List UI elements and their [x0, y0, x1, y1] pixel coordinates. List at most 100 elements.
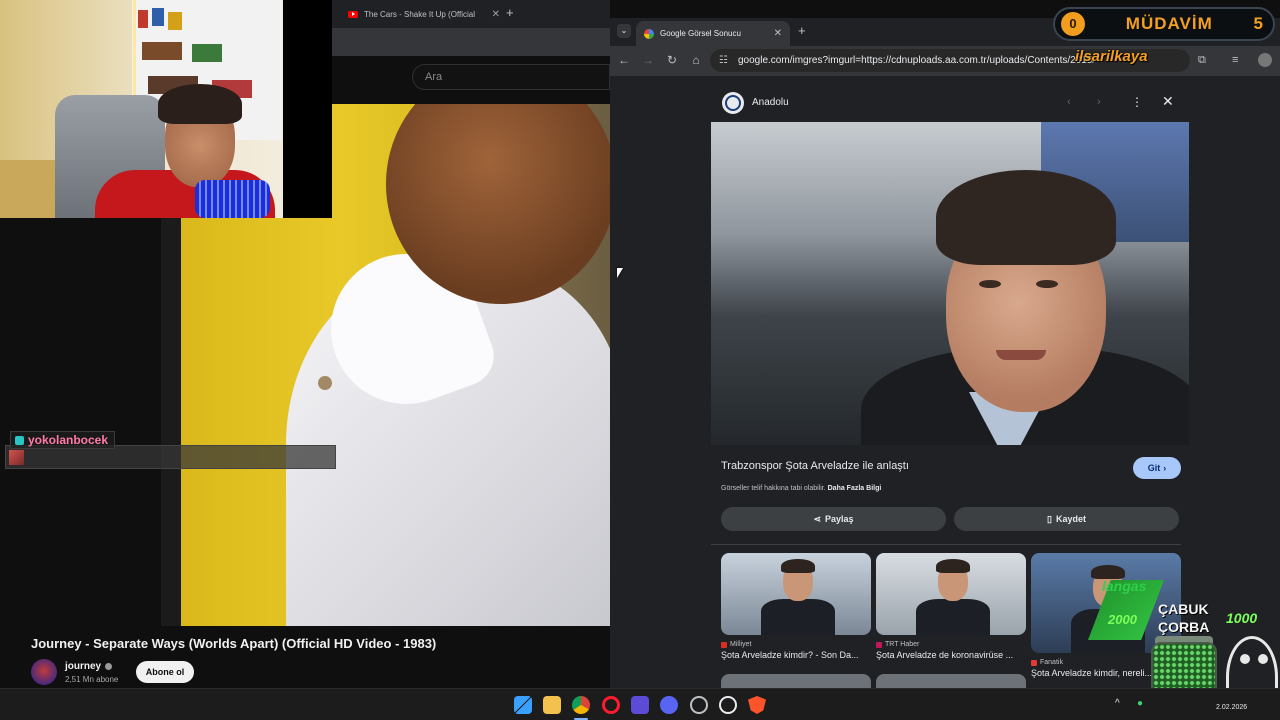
tab-title: Google Görsel Sonucu [660, 29, 741, 38]
source-favicon-icon [876, 641, 882, 648]
divider [711, 544, 1181, 545]
app-icon[interactable] [631, 696, 649, 714]
tab-google-images[interactable]: Google Görsel Sonucu ✕ [636, 21, 790, 46]
discord-icon[interactable] [660, 696, 678, 714]
more-info-link[interactable]: Daha Fazla Bilgi [828, 485, 882, 492]
reload-icon[interactable]: ↻ [665, 53, 679, 67]
photo-hair [936, 170, 1116, 265]
webcam-dark-area [283, 0, 332, 218]
back-icon[interactable]: ← [617, 53, 631, 67]
mascot-eye [1258, 654, 1268, 664]
goal-title-line1: ÇABUK [1158, 601, 1209, 617]
chat-badge-icon [15, 435, 24, 445]
copyright-notice: Görseller telif hakkına tabi olabilir. D… [721, 485, 881, 492]
channel-avatar[interactable] [31, 659, 57, 685]
mouse-cursor-icon [617, 268, 623, 278]
profile-avatar[interactable] [1258, 53, 1272, 67]
close-icon[interactable]: ✕ [492, 9, 500, 20]
chat-username: yokolanbocek [28, 433, 109, 447]
photo-eye [1036, 280, 1058, 288]
related-source: Milliyet [721, 641, 871, 648]
media-controls-icon[interactable]: ≡ [1232, 54, 1238, 66]
brave-icon[interactable] [748, 696, 766, 714]
thumb-person-body [761, 599, 835, 635]
chrome-icon[interactable] [572, 696, 590, 714]
related-caption[interactable]: Şota Arveladze de koronavirüse ... [876, 650, 1026, 660]
save-button[interactable]: ▯ Kaydet [954, 507, 1179, 531]
search-input[interactable]: Ara [412, 64, 610, 90]
home-icon[interactable]: ⌂ [689, 53, 703, 67]
streamer-hair [158, 84, 242, 124]
channel-name[interactable]: journey [65, 661, 113, 672]
save-label[interactable]: Kaydet [1056, 514, 1086, 524]
related-image-card[interactable]: Milliyet Şota Arveladze kimdir? - Son Da… [721, 553, 871, 660]
book [152, 8, 164, 26]
subscribe-button[interactable]: Abone ol [136, 661, 194, 683]
image-title[interactable]: Trabzonspor Şota Arveladze ile anlaştı [721, 460, 909, 472]
url-text[interactable]: google.com/imgres?imgurl=https://cdnuplo… [738, 55, 1095, 66]
webcam-overlay [0, 0, 332, 218]
goal-title: ÇABUK ÇORBA [1158, 600, 1209, 636]
share-button[interactable]: ⋖ Paylaş [721, 507, 946, 531]
visit-label[interactable]: Git [1148, 463, 1161, 473]
visit-button[interactable]: Git › [1133, 457, 1181, 479]
youtube-icon [348, 10, 358, 18]
steam-icon[interactable] [690, 696, 708, 714]
next-icon[interactable]: › [1097, 96, 1101, 108]
previous-icon[interactable]: ‹ [1067, 96, 1071, 108]
related-source-name: Milliyet [730, 641, 752, 648]
more-options-icon[interactable]: ⋮ [1131, 95, 1143, 109]
book [192, 44, 222, 62]
windows-start-icon[interactable] [514, 696, 532, 714]
goal-small-label: langas [1102, 578, 1147, 594]
tab-search-icon[interactable]: ⌄ [617, 24, 631, 38]
loyalty-badge: 0 MÜDAVİM 5 [1053, 7, 1275, 41]
channel-name-text[interactable]: journey [65, 661, 101, 672]
photo-eye [979, 280, 1001, 288]
chevron-right-icon: › [1163, 463, 1167, 473]
bookmark-icon: ▯ [1047, 513, 1052, 524]
close-panel-icon[interactable]: ✕ [1162, 93, 1174, 110]
mascot-eye [1240, 654, 1250, 664]
tray-chevron-icon[interactable]: ^ [1115, 698, 1120, 709]
tab-title: The Cars - Shake It Up (Official [364, 9, 475, 19]
related-image-card[interactable] [721, 674, 871, 688]
chrome-toolbar: ← → ↻ ⌂ ☷ google.com/imgres?imgurl=https… [610, 46, 1280, 76]
video-frame-button [318, 376, 332, 390]
share-label[interactable]: Paylaş [825, 514, 854, 524]
verified-icon [105, 662, 113, 670]
extensions-icon[interactable]: ⧉ [1198, 54, 1206, 67]
close-icon[interactable]: ✕ [774, 28, 782, 39]
related-thumbnail[interactable] [876, 553, 1026, 635]
microphone-icon[interactable]: ● [1137, 698, 1143, 709]
anadolu-logo-icon[interactable] [722, 92, 744, 114]
goal-title-line2: ÇORBA [1158, 619, 1210, 635]
goal-widget: langas 2000 ÇABUK ÇORBA 1000 [1088, 572, 1280, 642]
taskbar: ^ ● 2.02.2026 [0, 688, 1280, 720]
related-thumbnail[interactable] [721, 553, 871, 635]
related-source: TRT Haber [876, 641, 1026, 648]
badge-label: MÜDAVİM [1125, 14, 1213, 33]
book [142, 42, 182, 60]
desktop: { "youtube": { "tab_title": "The Cars - … [0, 0, 1280, 720]
related-caption[interactable]: Şota Arveladze kimdir? - Son Da... [721, 650, 871, 660]
file-explorer-icon[interactable] [543, 696, 561, 714]
related-image-card[interactable]: TRT Haber Şota Arveladze de koronavirüse… [876, 553, 1026, 660]
book [168, 12, 182, 30]
forward-icon[interactable]: → [641, 53, 655, 67]
preview-image[interactable] [711, 122, 1189, 445]
taskbar-date[interactable]: 2.02.2026 [1216, 704, 1247, 711]
new-tab-button[interactable]: + [506, 5, 514, 20]
new-tab-button[interactable]: + [798, 23, 806, 38]
thumb-person-body [916, 599, 990, 635]
thumb-person-hair [936, 559, 970, 573]
site-info-icon[interactable]: ☷ [719, 49, 728, 72]
source-name[interactable]: Anadolu [752, 97, 789, 108]
opera-icon[interactable] [602, 696, 620, 714]
goal-target: 1000 [1226, 610, 1258, 626]
source-favicon-icon [721, 641, 727, 648]
tab-youtube-video[interactable]: The Cars - Shake It Up (Official ✕ [340, 4, 500, 24]
related-image-card[interactable] [876, 674, 1026, 688]
chatgpt-icon[interactable] [719, 696, 737, 714]
badge-right-count: 5 [1253, 14, 1263, 33]
